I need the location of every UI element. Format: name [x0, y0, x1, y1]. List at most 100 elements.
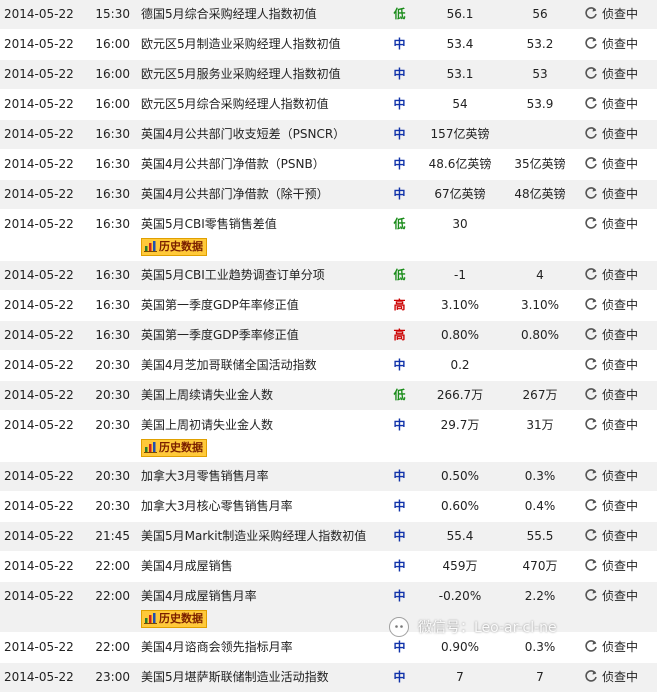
cell-time: 22:00: [89, 632, 130, 663]
importance-text: 中: [393, 418, 406, 432]
detail-link[interactable]: 侦查中: [584, 418, 638, 432]
cell-date: 2014-05-22: [0, 320, 89, 351]
detail-label: 侦查中: [602, 187, 639, 201]
history-data-button[interactable]: 历史数据: [141, 238, 207, 256]
cell-date: 2014-05-22: [0, 0, 89, 30]
cell-event: 美国4月成屋销售: [130, 551, 379, 582]
detail-label: 侦查中: [602, 469, 639, 483]
table-row: 2014-05-22 23:00 美国5月堪萨斯联储制造业活动指数 中 7 7 …: [0, 662, 657, 693]
detail-link[interactable]: 侦查中: [584, 499, 638, 513]
cell-date: 2014-05-22: [0, 521, 89, 552]
cell-detail: 侦查中: [580, 290, 657, 321]
event-text: 美国上周初请失业金人数: [141, 418, 274, 432]
actual-text: 0.60%: [440, 499, 480, 513]
history-data-button[interactable]: 历史数据: [141, 439, 207, 457]
refresh-icon: [585, 298, 597, 310]
detail-link[interactable]: 侦查中: [584, 640, 638, 654]
forecast-text: 55.5: [526, 529, 554, 543]
refresh-icon: [585, 559, 597, 571]
history-data-button[interactable]: 历史数据: [141, 610, 207, 628]
cell-forecast: [500, 350, 580, 381]
refresh-icon: [585, 268, 597, 280]
cell-importance: 中: [379, 461, 420, 492]
detail-label: 侦查中: [602, 529, 639, 543]
cell-time: 16:00: [89, 29, 130, 60]
table-row: 2014-05-22 16:00 欧元区5月综合采购经理人指数初值 中 54 5…: [0, 89, 657, 120]
detail-link[interactable]: 侦查中: [584, 67, 638, 81]
date-text: 2014-05-22: [4, 187, 74, 201]
actual-text: 56.1: [446, 7, 474, 21]
importance-text: 低: [393, 268, 406, 282]
cell-detail: 侦查中: [580, 179, 657, 210]
detail-link[interactable]: 侦查中: [584, 97, 638, 111]
cell-time: 16:30: [89, 260, 130, 291]
detail-link[interactable]: 侦查中: [584, 127, 638, 141]
forecast-text: 2.2%: [524, 589, 556, 603]
cell-forecast: 56: [500, 0, 580, 30]
date-text: 2014-05-22: [4, 7, 74, 21]
detail-link[interactable]: 侦查中: [584, 157, 638, 171]
cell-time: 16:00: [89, 59, 130, 90]
detail-link[interactable]: 侦查中: [584, 187, 638, 201]
cell-event: 英国4月公共部门收支短差（PSNCR）: [130, 119, 379, 150]
forecast-text: 0.4%: [524, 499, 556, 513]
cell-actual: -1: [420, 260, 500, 291]
cell-detail: 侦查中: [580, 551, 657, 582]
cell-time: 20:30: [89, 491, 130, 522]
cell-actual: 7: [420, 662, 500, 693]
cell-forecast: 48亿英镑: [500, 179, 580, 210]
detail-link[interactable]: 侦查中: [584, 298, 638, 312]
detail-link[interactable]: 侦查中: [584, 559, 638, 573]
forecast-text: 3.10%: [520, 298, 560, 312]
detail-link[interactable]: 侦查中: [584, 358, 638, 372]
importance-text: 中: [393, 499, 406, 513]
table-row: 2014-05-22 16:30 英国4月公共部门净借款（除干预） 中 67亿英…: [0, 179, 657, 210]
detail-link[interactable]: 侦查中: [584, 328, 638, 342]
event-text: 德国5月综合采购经理人指数初值: [141, 7, 317, 21]
cell-detail: 侦查中: [580, 632, 657, 663]
detail-link[interactable]: 侦查中: [584, 388, 638, 402]
cell-event: 加拿大3月核心零售销售月率: [130, 491, 379, 522]
cell-date: 2014-05-22: [0, 179, 89, 210]
event-text: 美国4月成屋销售: [141, 559, 233, 573]
cell-importance: 中: [379, 491, 420, 522]
detail-link[interactable]: 侦查中: [584, 469, 638, 483]
detail-link[interactable]: 侦查中: [584, 7, 638, 21]
cell-event: 英国第一季度GDP季率修正值: [130, 320, 379, 351]
detail-link[interactable]: 侦查中: [584, 217, 638, 231]
refresh-icon: [585, 127, 597, 139]
cell-detail: 侦查中: [580, 149, 657, 180]
cell-time: 16:30: [89, 320, 130, 351]
detail-label: 侦查中: [602, 67, 639, 81]
importance-text: 中: [393, 358, 406, 372]
cell-date: 2014-05-22: [0, 209, 89, 261]
detail-link[interactable]: 侦查中: [584, 37, 638, 51]
detail-link[interactable]: 侦查中: [584, 589, 638, 603]
detail-label: 侦查中: [602, 499, 639, 513]
time-text: 16:00: [95, 67, 130, 81]
detail-link[interactable]: 侦查中: [584, 529, 638, 543]
detail-link[interactable]: 侦查中: [584, 670, 638, 684]
cell-forecast: 53.2: [500, 29, 580, 60]
cell-event: 美国4月芝加哥联储全国活动指数: [130, 350, 379, 381]
cell-time: 21:45: [89, 521, 130, 552]
cell-event: 德国5月综合采购经理人指数初值: [130, 0, 379, 30]
detail-link[interactable]: 侦查中: [584, 268, 638, 282]
cell-detail: 侦查中: [580, 260, 657, 291]
refresh-icon: [585, 217, 597, 229]
history-wrap: 历史数据: [141, 238, 379, 260]
date-text: 2014-05-22: [4, 268, 74, 282]
cell-importance: 中: [379, 179, 420, 210]
cell-date: 2014-05-22: [0, 632, 89, 663]
event-text: 英国5月CBI工业趋势调查订单分项: [141, 268, 325, 282]
detail-label: 侦查中: [602, 268, 639, 282]
event-text: 欧元区5月制造业采购经理人指数初值: [141, 37, 341, 51]
date-text: 2014-05-22: [4, 298, 74, 312]
cell-actual: 459万: [420, 551, 500, 582]
importance-text: 中: [393, 187, 406, 201]
event-text: 英国5月CBI零售销售差值: [141, 217, 277, 231]
event-text: 美国5月堪萨斯联储制造业活动指数: [141, 670, 329, 684]
event-text: 美国4月谘商会领先指标月率: [141, 640, 293, 654]
actual-text: 53.1: [446, 67, 474, 81]
event-text: 加拿大3月零售销售月率: [141, 469, 269, 483]
